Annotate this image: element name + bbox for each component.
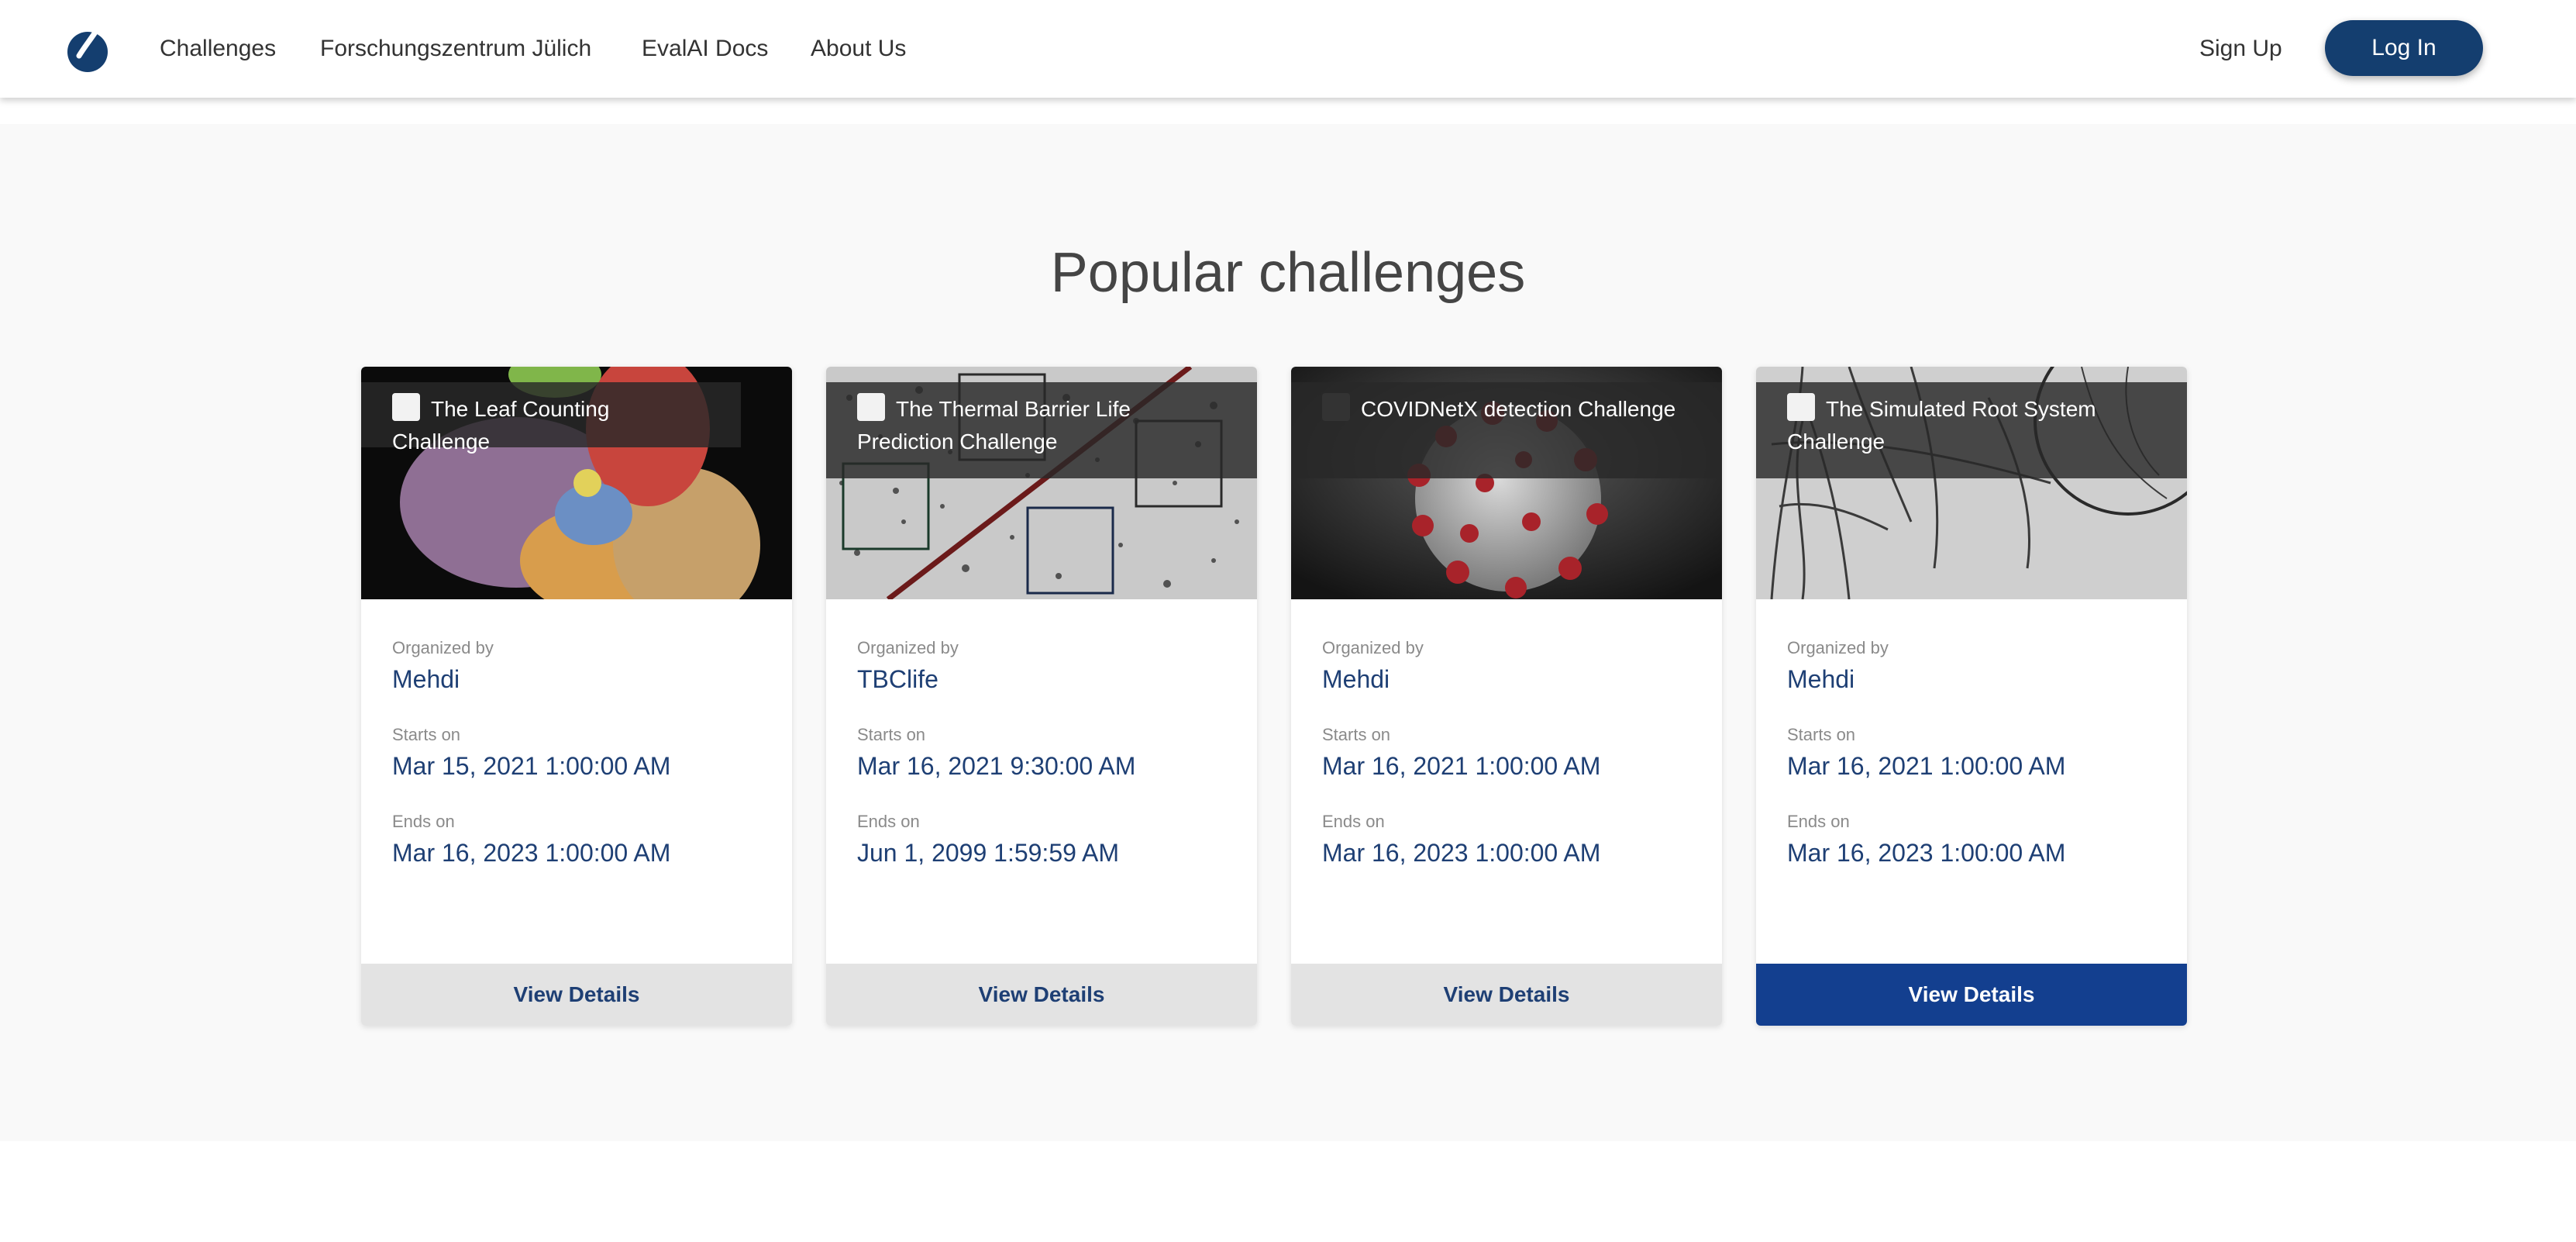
- card-title: The Thermal Barrier Life Prediction Chal…: [857, 397, 1131, 454]
- organizer-name: Mehdi: [1787, 665, 1855, 693]
- signup-link[interactable]: Sign Up: [2199, 36, 2282, 62]
- organized-by-label: Organized by: [1787, 638, 1889, 657]
- ends-on-label: Ends on: [857, 812, 920, 831]
- end-date: Jun 1, 2099 1:59:59 AM: [857, 839, 1120, 867]
- challenge-image[interactable]: The Thermal Barrier Life Prediction Chal…: [826, 367, 1257, 599]
- challenge-image[interactable]: The Simulated Root System Challenge: [1756, 367, 2187, 599]
- challenge-card: COVIDNetX detection Challenge Organized …: [1291, 367, 1722, 1026]
- view-details-button[interactable]: View Details: [1291, 964, 1722, 1026]
- challenge-image[interactable]: COVIDNetX detection Challenge: [1291, 367, 1722, 599]
- challenge-card: The Thermal Barrier Life Prediction Chal…: [826, 367, 1257, 1026]
- view-details-button[interactable]: View Details: [1756, 964, 2187, 1026]
- root-logo-icon: [1787, 393, 1815, 421]
- organizer-name: Mehdi: [392, 665, 460, 693]
- ends-on-label: Ends on: [1787, 812, 1850, 831]
- nav-link-about-us[interactable]: About Us: [811, 36, 906, 62]
- starts-on-label: Starts on: [392, 725, 461, 744]
- nav-link-challenges[interactable]: Challenges: [160, 36, 276, 62]
- organized-by-label: Organized by: [392, 638, 494, 657]
- ends-on-label: Ends on: [1322, 812, 1385, 831]
- nav-link-forschungszentrum[interactable]: Forschungszentrum Jülich: [320, 36, 591, 62]
- organized-by-label: Organized by: [1322, 638, 1424, 657]
- start-date: Mar 15, 2021 1:00:00 AM: [392, 752, 671, 780]
- ends-on-label: Ends on: [392, 812, 455, 831]
- organizer-name: TBClife: [857, 665, 938, 693]
- thermal-logo-icon: [857, 393, 885, 421]
- card-title: COVIDNetX detection Challenge: [1361, 397, 1676, 421]
- login-button[interactable]: Log In: [2325, 20, 2483, 76]
- view-details-button[interactable]: View Details: [826, 964, 1257, 1026]
- challenge-card: The Simulated Root System Challenge Orga…: [1756, 367, 2187, 1026]
- card-title-overlay: The Simulated Root System Challenge: [1756, 382, 2187, 478]
- view-details-button[interactable]: View Details: [361, 964, 792, 1026]
- challenge-image[interactable]: The Leaf Counting Challenge: [361, 367, 792, 599]
- start-date: Mar 16, 2021 9:30:00 AM: [857, 752, 1136, 780]
- popular-challenges-section: Popular challenges The Leaf Counting Cha…: [0, 124, 2576, 1141]
- end-date: Mar 16, 2023 1:00:00 AM: [1787, 839, 2066, 867]
- leaf-logo-icon: [392, 393, 420, 421]
- nav-link-evalai-docs[interactable]: EvalAI Docs: [642, 36, 768, 62]
- virus-logo-icon: [1322, 393, 1350, 421]
- evalai-logo-icon[interactable]: [64, 26, 112, 74]
- card-title: The Leaf Counting Challenge: [392, 397, 610, 454]
- starts-on-label: Starts on: [1322, 725, 1391, 744]
- start-date: Mar 16, 2021 1:00:00 AM: [1787, 752, 2066, 780]
- challenge-card: The Leaf Counting Challenge Organized by…: [361, 367, 792, 1026]
- end-date: Mar 16, 2023 1:00:00 AM: [1322, 839, 1601, 867]
- starts-on-label: Starts on: [1787, 725, 1856, 744]
- start-date: Mar 16, 2021 1:00:00 AM: [1322, 752, 1601, 780]
- card-title-overlay: COVIDNetX detection Challenge: [1291, 382, 1722, 478]
- card-title-overlay: The Thermal Barrier Life Prediction Chal…: [826, 382, 1257, 478]
- top-navbar: Challenges Forschungszentrum Jülich Eval…: [0, 0, 2576, 98]
- starts-on-label: Starts on: [857, 725, 926, 744]
- organizer-name: Mehdi: [1322, 665, 1390, 693]
- card-title-overlay: The Leaf Counting Challenge: [361, 382, 741, 454]
- section-heading: Popular challenges: [1050, 242, 1526, 304]
- card-title: The Simulated Root System Challenge: [1787, 397, 2096, 454]
- end-date: Mar 16, 2023 1:00:00 AM: [392, 839, 671, 867]
- organized-by-label: Organized by: [857, 638, 959, 657]
